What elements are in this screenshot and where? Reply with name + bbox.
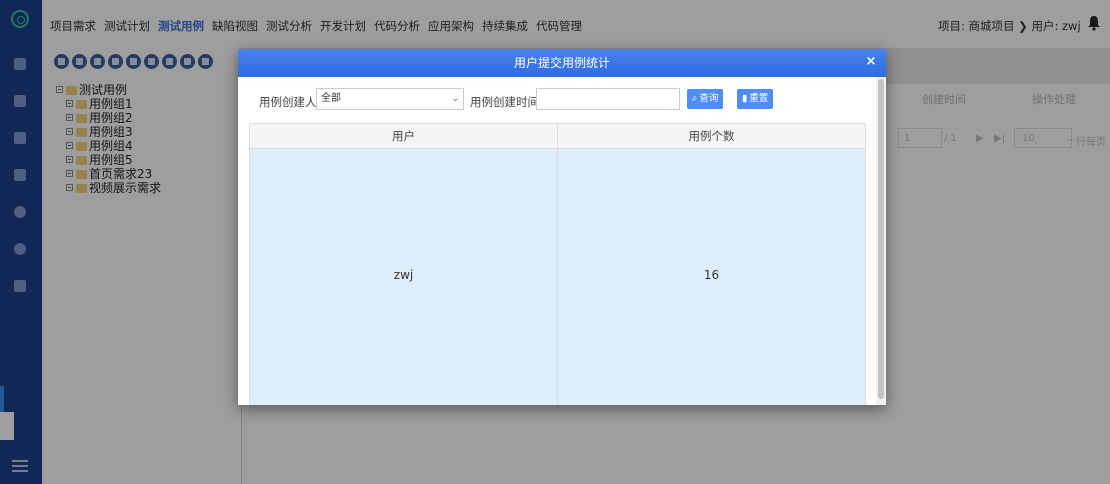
scrollbar-thumb[interactable] bbox=[878, 79, 884, 399]
column-divider bbox=[557, 124, 558, 405]
search-icon: ⌕ bbox=[692, 93, 698, 104]
creator-label: 用例创建人 bbox=[259, 95, 317, 109]
created-time-label: 用例创建时间 bbox=[470, 95, 539, 109]
cell-user: zwj bbox=[393, 268, 414, 282]
filter-bar: 用例创建人 全部 ⌄ 用例创建时间 ⌕ 查询 ▮ 重置 bbox=[238, 77, 886, 123]
creator-select-value: 全部 bbox=[321, 93, 341, 104]
trash-icon: ▮ bbox=[742, 93, 748, 104]
stats-table: 用户 用例个数 zwj 16 bbox=[249, 123, 866, 405]
reset-button[interactable]: ▮ 重置 bbox=[737, 89, 774, 109]
column-header-case-count: 用例个数 bbox=[688, 129, 735, 143]
dialog-title: 用户提交用例统计 bbox=[513, 56, 610, 70]
query-button-label: 查询 bbox=[699, 93, 719, 104]
column-header-user: 用户 bbox=[392, 129, 415, 143]
created-time-input[interactable] bbox=[536, 88, 680, 110]
query-button[interactable]: ⌕ 查询 bbox=[687, 89, 724, 109]
user-case-stats-dialog: 用户提交用例统计 × 用例创建人 全部 ⌄ 用例创建时间 ⌕ 查询 ▮ 重置 用户 … bbox=[238, 49, 886, 405]
cell-case-count: 16 bbox=[703, 268, 720, 282]
close-icon[interactable]: × bbox=[864, 55, 878, 69]
creator-select[interactable]: 全部 ⌄ bbox=[316, 88, 464, 110]
dialog-scrollbar[interactable] bbox=[876, 77, 886, 405]
chevron-down-icon: ⌄ bbox=[451, 94, 459, 104]
dialog-header: 用户提交用例统计 × bbox=[238, 49, 886, 77]
reset-button-label: 重置 bbox=[749, 93, 769, 104]
